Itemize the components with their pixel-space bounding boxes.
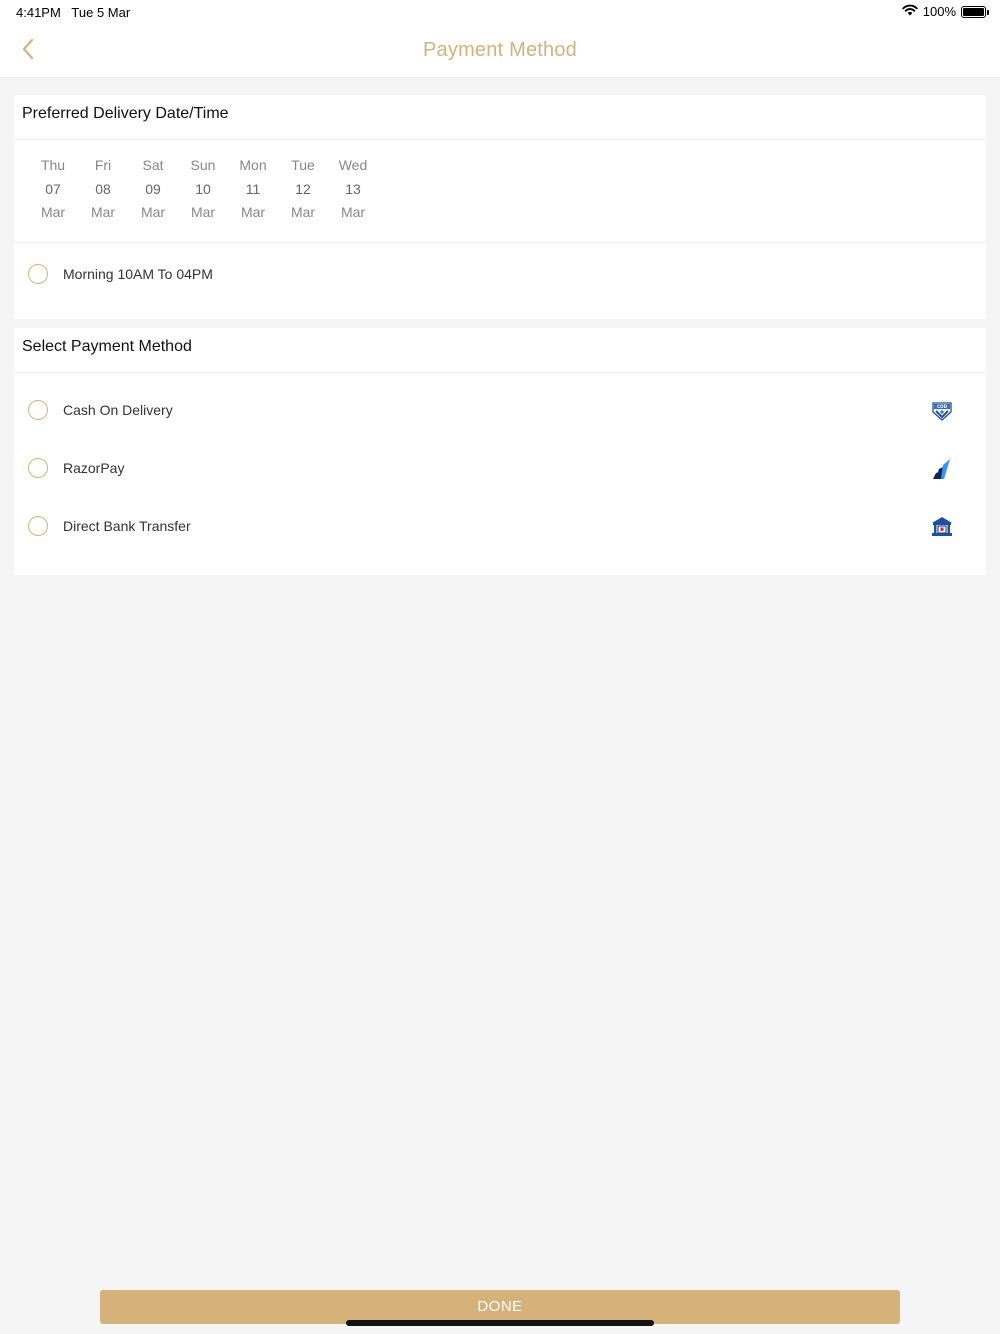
status-time: 4:41PM [16,5,61,20]
bank-icon [930,515,954,539]
date-picker: Thu 07 Mar Fri 08 Mar Sat 09 Mar Sun 10 … [14,140,986,243]
status-date: Tue 5 Mar [71,5,131,20]
date-item[interactable]: Sat 09 Mar [128,154,178,242]
date-day: Tue [291,157,315,173]
date-month: Mar [340,204,366,220]
delivery-card: Preferred Delivery Date/Time Thu 07 Mar … [14,95,986,319]
date-day: Sun [190,157,216,173]
delivery-header: Preferred Delivery Date/Time [14,95,986,140]
date-month: Mar [240,204,266,220]
radio-button[interactable] [28,458,48,478]
radio-button[interactable] [28,400,48,420]
date-day: Wed [338,157,368,173]
date-day: Mon [239,157,267,173]
date-day: Fri [94,157,112,173]
date-number: 11 [245,180,261,197]
date-month: Mar [90,204,116,220]
time-slot-label: Morning 10AM To 04PM [63,266,213,282]
date-number: 10 [195,180,211,197]
date-item[interactable]: Fri 08 Mar [78,154,128,242]
date-day: Thu [40,157,66,173]
date-number: 07 [45,180,61,197]
date-day: Sat [142,157,164,173]
payment-option-label: RazorPay [63,460,125,476]
date-item[interactable]: Sun 10 Mar [178,154,228,242]
payment-option-label: Cash On Delivery [63,402,173,418]
date-month: Mar [190,204,216,220]
radio-button[interactable] [28,516,48,536]
payment-card: Select Payment Method Cash On Delivery C… [14,328,986,575]
date-number: 08 [95,180,111,197]
payment-method-list: Cash On Delivery COD RazorPay Direct Ban… [14,373,986,555]
battery-percent: 100% [922,4,956,19]
home-indicator [346,1320,654,1326]
date-number: 12 [295,180,311,197]
razorpay-icon [930,457,954,481]
date-number: 09 [145,180,161,197]
done-button[interactable]: DONE [100,1290,900,1324]
payment-option-direct-bank-transfer[interactable]: Direct Bank Transfer [14,497,986,555]
status-right: 100% [902,4,989,19]
date-month: Mar [290,204,316,220]
status-bar: 4:41PM Tue 5 Mar 100% [0,0,1000,24]
payment-option-label: Direct Bank Transfer [63,518,191,534]
payment-option-cash-on-delivery[interactable]: Cash On Delivery COD [14,381,986,439]
payment-header: Select Payment Method [14,328,986,373]
time-slot-option[interactable]: Morning 10AM To 04PM [14,243,986,305]
date-item[interactable]: Tue 12 Mar [278,154,328,242]
date-item[interactable]: Thu 07 Mar [28,154,78,242]
nav-bar: Payment Method [0,24,1000,78]
battery-icon [961,5,989,18]
page-title: Payment Method [423,39,577,61]
date-number: 13 [345,180,361,197]
payment-option-razorpay[interactable]: RazorPay [14,439,986,497]
status-time-date: 4:41PM Tue 5 Mar [16,5,130,20]
cash-on-delivery-icon: COD [930,399,954,423]
date-item[interactable]: Mon 11 Mar [228,154,278,242]
date-month: Mar [140,204,166,220]
radio-button[interactable] [28,264,48,284]
svg-text:COD: COD [937,404,948,409]
date-item[interactable]: Wed 13 Mar [328,154,378,242]
wifi-icon [902,4,918,19]
date-month: Mar [40,204,66,220]
